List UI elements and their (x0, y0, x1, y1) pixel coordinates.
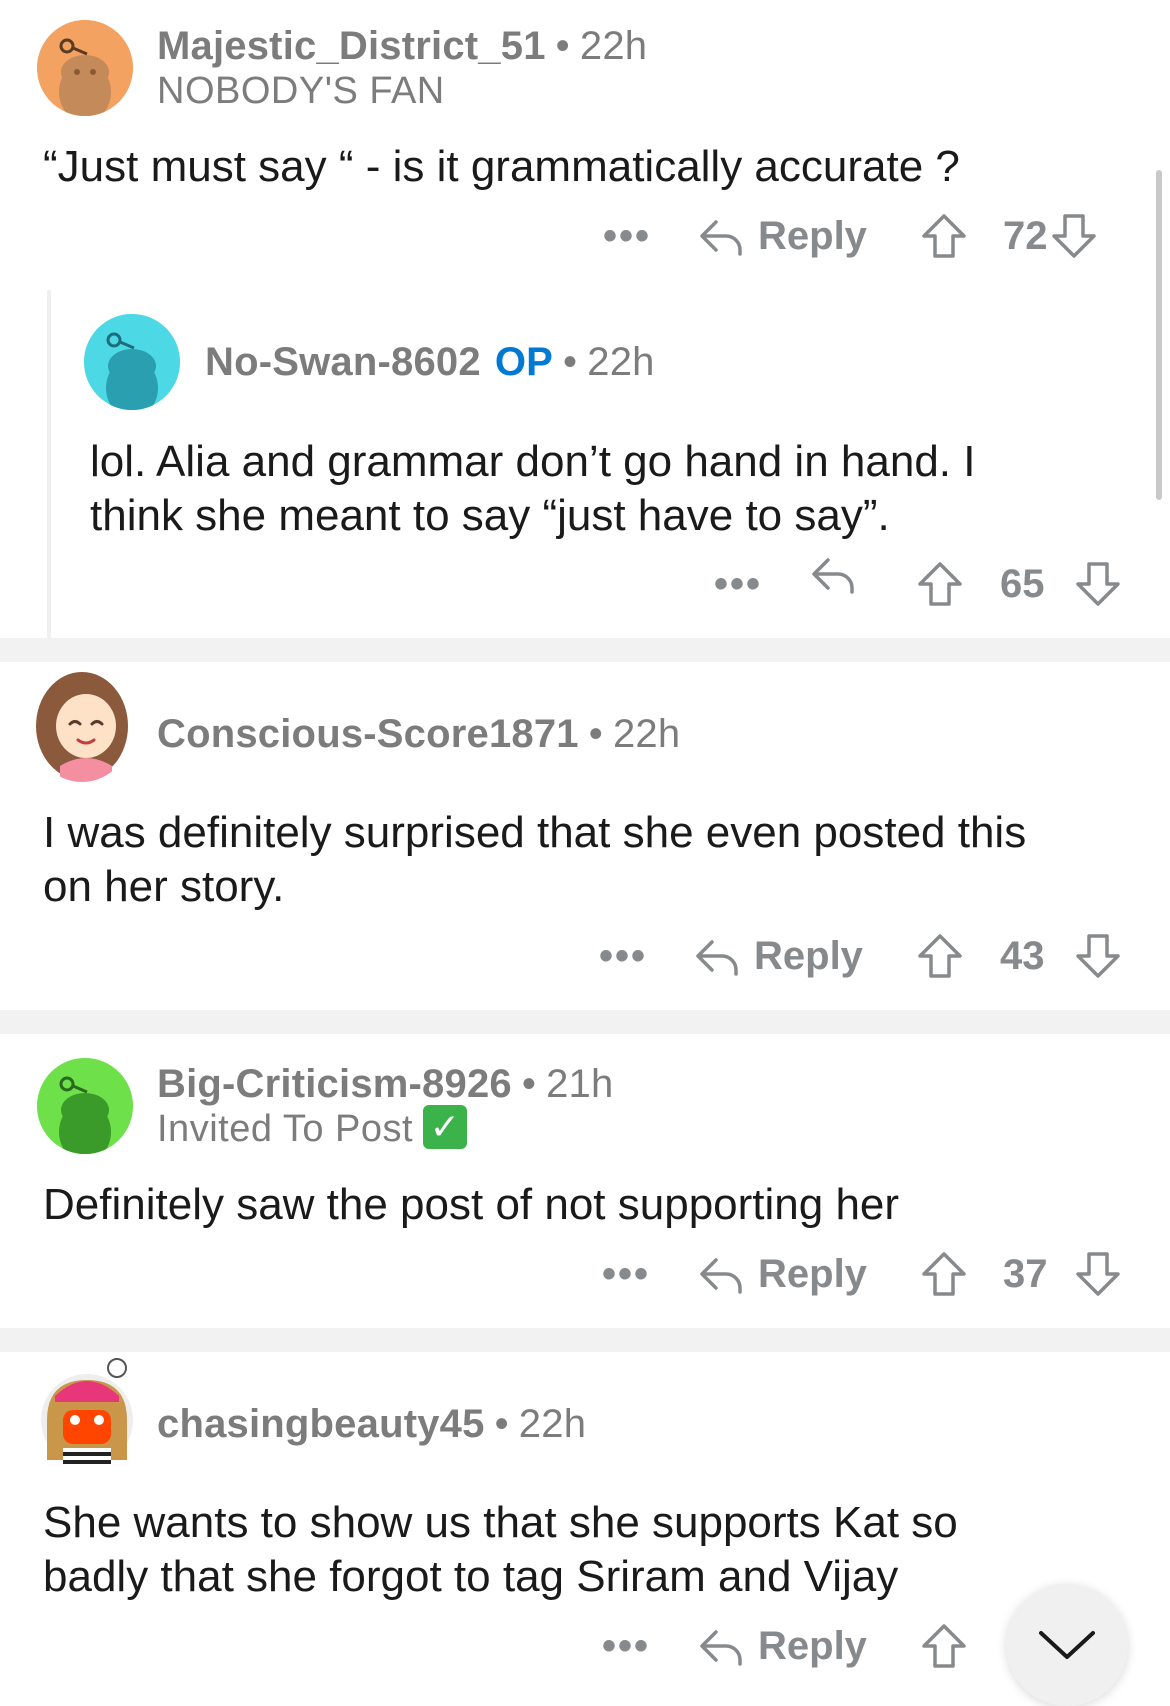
reply-button[interactable]: Reply (698, 206, 867, 266)
separator-dot: • (521, 1062, 537, 1106)
timestamp: 22h (518, 1402, 587, 1446)
downvote-button[interactable] (1074, 560, 1122, 608)
comment-separator (0, 638, 1170, 662)
upvote-arrow-icon (922, 214, 966, 258)
separator-dot: • (494, 1402, 509, 1446)
comment-line: think she meant to say “just have to say… (90, 491, 890, 540)
comment-line: badly that she forgot to tag Sriram and … (43, 1552, 899, 1601)
reply-label: Reply (758, 1624, 867, 1668)
snoo-avatar-icon (36, 672, 128, 782)
scrollbar[interactable] (1156, 170, 1162, 500)
separator-dot: • (555, 24, 570, 68)
comment-body: lol. Alia and grammar don’t go hand in h… (90, 435, 975, 543)
upvote-button[interactable] (916, 560, 964, 608)
snoo-avatar-icon (37, 1058, 133, 1154)
comment-separator (0, 1010, 1170, 1034)
avatar[interactable] (37, 1058, 133, 1154)
more-dots-icon[interactable]: ••• (714, 554, 762, 614)
reply-arrow-icon (696, 940, 738, 976)
reply-label: Reply (754, 934, 863, 978)
timestamp: 22h (587, 340, 655, 384)
reply-arrow-icon (812, 558, 854, 594)
vote-score: 72 (1003, 214, 1048, 258)
comment-body: I was definitely surprised that she even… (43, 806, 1026, 914)
comment-line: I was definitely surprised that she even… (43, 808, 1027, 857)
reply-arrow-icon (700, 1630, 742, 1666)
downvote-arrow-icon (1076, 934, 1120, 978)
downvote-arrow-icon (1076, 1252, 1120, 1296)
upvote-button[interactable] (916, 932, 964, 980)
op-badge: OP (494, 340, 554, 384)
reply-label: Reply (758, 1252, 867, 1296)
upvote-arrow-icon (918, 934, 962, 978)
downvote-button[interactable] (1050, 212, 1098, 260)
username[interactable]: No-Swan-8602 (205, 340, 481, 384)
comment-separator (0, 1328, 1170, 1352)
user-flair: Invited To Post (157, 1108, 414, 1150)
avatar[interactable] (37, 1356, 133, 1472)
username-row: Big-Criticism-8926 • 21h (157, 1062, 613, 1107)
comment-body: Definitely saw the post of not supportin… (43, 1178, 899, 1232)
comment-line: Definitely saw the post of not supportin… (43, 1180, 900, 1229)
upvote-arrow-icon (922, 1252, 966, 1296)
avatar[interactable] (30, 666, 134, 782)
comment-line: She wants to show us that she supports K… (43, 1498, 958, 1547)
comment-line: “Just must say “ - is it grammatically a… (43, 142, 960, 191)
reply-button[interactable]: Reply (698, 1616, 867, 1676)
avatar[interactable] (37, 20, 133, 116)
checkmark-icon: ✓ (423, 1104, 468, 1149)
more-dots-icon[interactable]: ••• (599, 926, 647, 986)
downvote-arrow-icon (1076, 562, 1120, 606)
timestamp: 22h (579, 24, 648, 68)
username[interactable]: Big-Criticism-8926 (157, 1062, 512, 1106)
comment-line: lol. Alia and grammar don’t go hand in h… (90, 437, 976, 486)
reply-button[interactable]: Reply (694, 926, 863, 986)
chevron-down-icon (1039, 1631, 1095, 1659)
reply-arrow-icon (700, 220, 742, 256)
username[interactable]: Majestic_District_51 (157, 24, 546, 68)
reply-button[interactable] (810, 554, 856, 594)
more-dots-icon[interactable]: ••• (603, 206, 651, 266)
reply-label: Reply (758, 214, 867, 258)
vote-score: 43 (1000, 934, 1045, 978)
downvote-button[interactable] (1074, 1250, 1122, 1298)
username-row: Conscious-Score1871 • 22h (157, 712, 680, 757)
reply-arrow-icon (700, 1258, 742, 1294)
comment-body: She wants to show us that she supports K… (43, 1496, 958, 1604)
upvote-button[interactable] (920, 1250, 968, 1298)
more-dots-icon[interactable]: ••• (602, 1616, 650, 1676)
snoo-avatar-icon (84, 314, 180, 410)
upvote-button[interactable] (920, 212, 968, 260)
username[interactable]: Conscious-Score1871 (157, 712, 579, 756)
avatar[interactable] (84, 314, 180, 410)
vote-score: 65 (1000, 562, 1045, 606)
scroll-down-button[interactable] (1006, 1584, 1128, 1706)
snoo-avatar-icon (37, 20, 133, 116)
upvote-arrow-icon (918, 562, 962, 606)
username-row: No-Swan-8602 OP • 22h (205, 340, 655, 385)
separator-dot: • (588, 712, 603, 756)
comment-line: on her story. (43, 862, 285, 911)
comment-body: “Just must say “ - is it grammatically a… (43, 140, 960, 194)
reply-button[interactable]: Reply (698, 1244, 867, 1304)
user-flair: NOBODY'S FAN (157, 70, 445, 112)
upvote-arrow-icon (922, 1624, 966, 1668)
more-dots-icon[interactable]: ••• (602, 1244, 650, 1304)
thread-line[interactable] (47, 290, 51, 638)
snoo-avatar-icon (41, 1358, 133, 1468)
username-row: Majestic_District_51 • 22h (157, 24, 647, 69)
user-flair-row: Invited To Post ✓ (157, 1104, 468, 1153)
vote-score: 37 (1003, 1252, 1048, 1296)
username[interactable]: chasingbeauty45 (157, 1402, 485, 1446)
username-row: chasingbeauty45 • 22h (157, 1402, 586, 1447)
timestamp: 21h (546, 1062, 614, 1106)
downvote-arrow-icon (1052, 214, 1096, 258)
upvote-button[interactable] (920, 1622, 968, 1670)
downvote-button[interactable] (1074, 932, 1122, 980)
separator-dot: • (563, 340, 578, 384)
timestamp: 22h (612, 712, 681, 756)
